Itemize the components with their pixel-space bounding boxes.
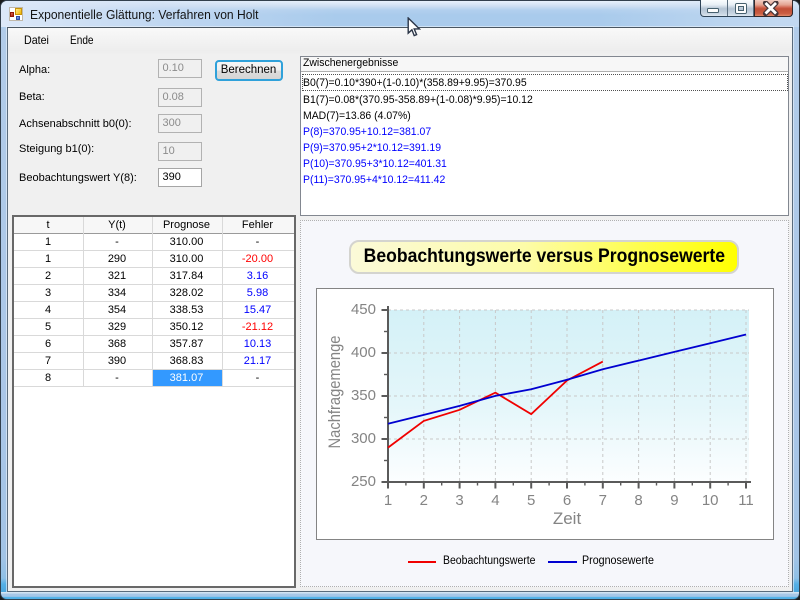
svg-text:350: 350: [351, 387, 376, 404]
svg-text:1: 1: [384, 492, 392, 509]
svg-text:10: 10: [702, 492, 719, 509]
svg-text:400: 400: [351, 344, 376, 361]
svg-text:5: 5: [527, 492, 535, 509]
svg-text:11: 11: [738, 492, 754, 509]
svg-text:Nachfragemenge: Nachfragemenge: [325, 335, 344, 448]
svg-text:450: 450: [351, 301, 376, 318]
svg-text:250: 250: [351, 473, 376, 490]
svg-text:7: 7: [599, 492, 607, 509]
svg-text:300: 300: [351, 430, 376, 447]
svg-text:4: 4: [491, 492, 499, 509]
svg-text:9: 9: [670, 492, 678, 509]
svg-text:2: 2: [420, 492, 428, 509]
svg-text:6: 6: [563, 492, 571, 509]
svg-text:Zeit: Zeit: [553, 509, 582, 528]
svg-text:8: 8: [634, 492, 642, 509]
svg-text:3: 3: [455, 492, 463, 509]
